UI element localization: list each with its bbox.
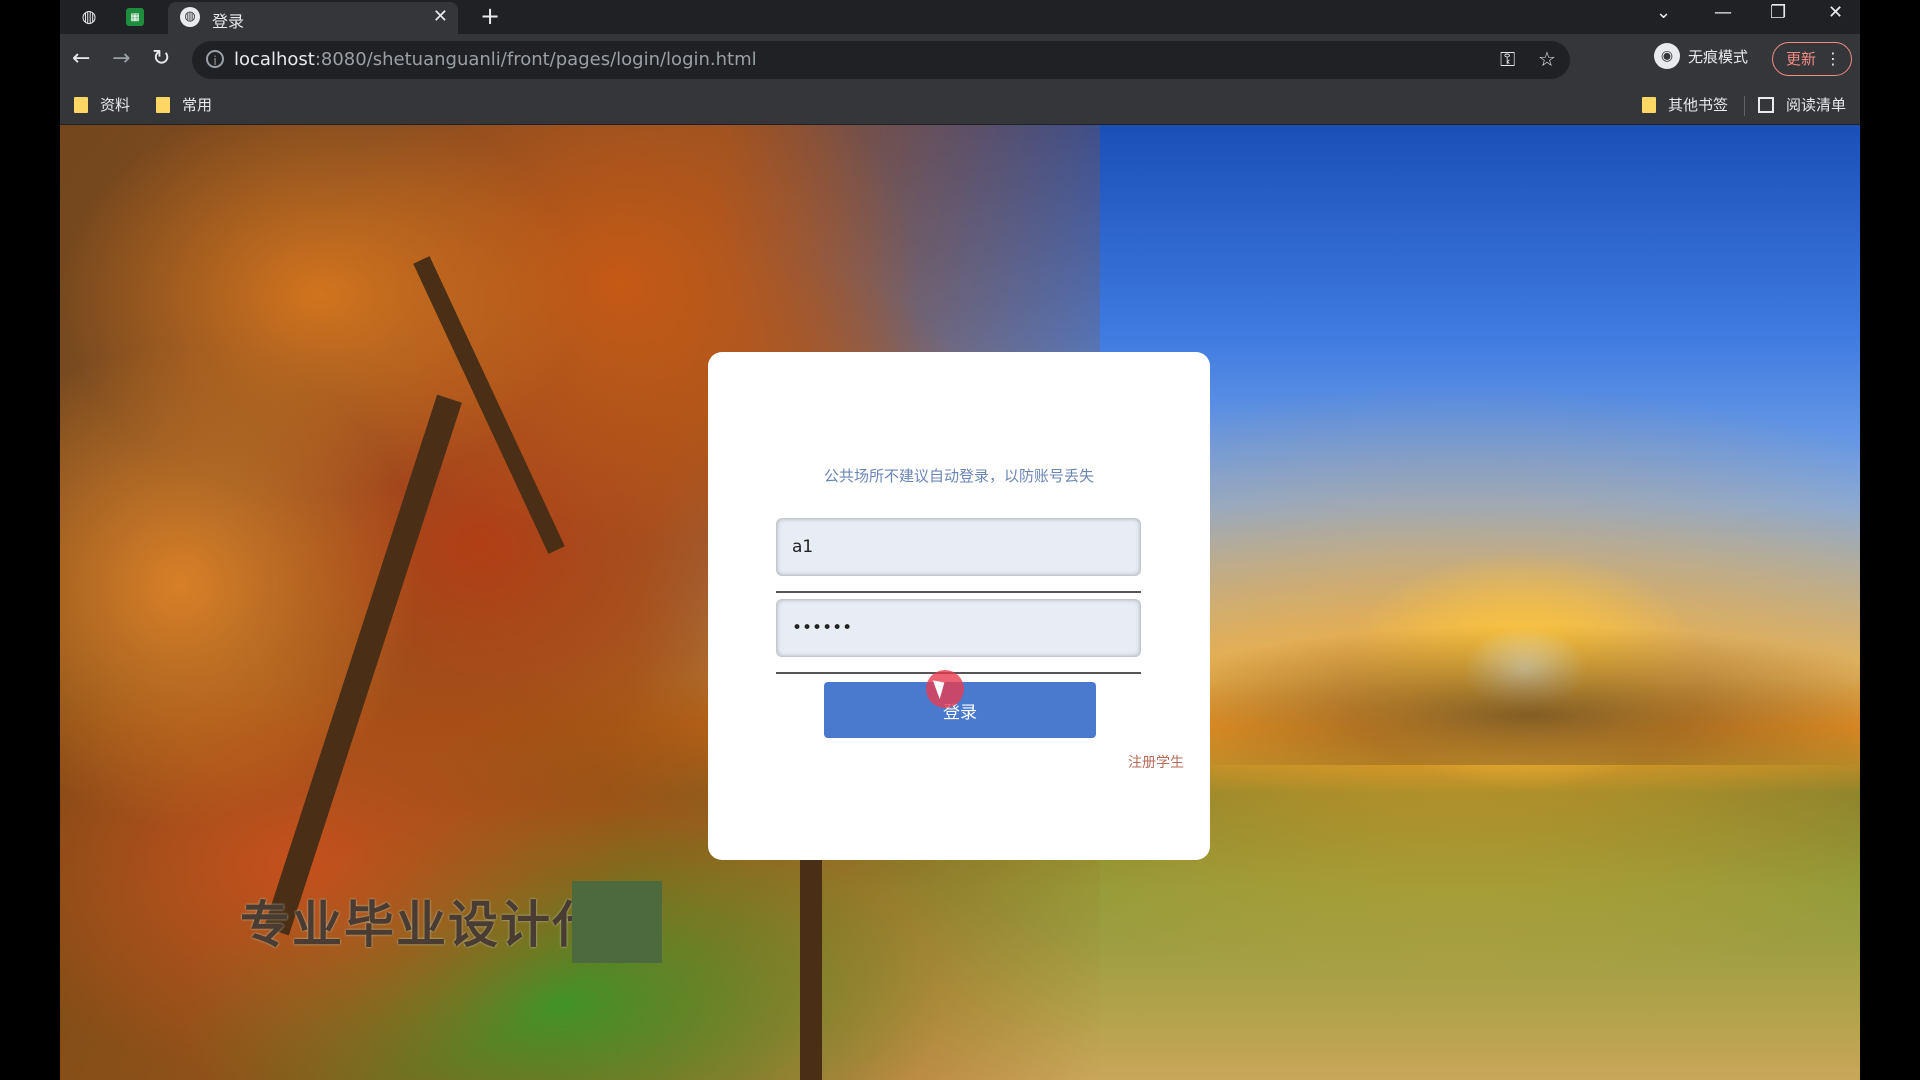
reading-list[interactable]: 阅读清单 [1758,94,1846,115]
globe-icon: ◍ [180,7,200,27]
login-hint: 公共场所不建议自动登录，以防账号丢失 [823,467,1094,485]
bookmark-folder-ziliao[interactable]: 资料 [74,94,130,115]
key-icon[interactable]: ⚿ [1500,47,1515,71]
chevron-down-icon[interactable]: ⌄ [1656,2,1671,23]
close-window-icon[interactable]: ✕ [1828,2,1843,23]
toolbar: ← → ↻ i localhost:8080/shetuanguanli/fro… [60,34,1860,86]
background-treeline [1110,595,1860,765]
login-card: 公共场所不建议自动登录，以防账号丢失 登录 注册学生 [708,352,1210,860]
update-button[interactable]: 更新 ⋮ [1772,42,1852,76]
forward-icon[interactable]: → [112,46,130,71]
minimize-icon[interactable]: — [1714,2,1732,23]
tab-title: 登录 [212,12,245,31]
address-bar[interactable]: i localhost:8080/shetuanguanli/front/pag… [192,41,1570,79]
incognito-icon: ◉ [1654,43,1680,69]
browser-window: ◍ ▦ ◍ 登录 ✕ + ⌄ — ❐ ✕ ← → ↻ i localhost:8… [60,0,1860,1080]
password-field-wrap [776,599,1141,657]
url-text[interactable]: localhost:8080/shetuanguanli/front/pages… [234,49,757,70]
incognito-indicator[interactable]: ◉ 无痕模式 [1654,43,1748,69]
restore-icon[interactable]: ❐ [1770,2,1786,23]
username-underline [776,591,1141,593]
username-field-wrap [776,518,1141,576]
divider [1744,96,1745,116]
other-bookmarks[interactable]: 其他书签 [1642,94,1728,115]
globe-icon[interactable]: ◍ [78,6,100,28]
page-content: 专业毕业设计代 公共场所不建议自动登录，以防账号丢失 登录 注册学生 [60,125,1860,1080]
password-underline [776,672,1141,674]
close-icon[interactable]: ✕ [433,6,448,27]
fence-post [800,855,822,1080]
star-icon[interactable]: ☆ [1538,47,1556,71]
watermark-text: 专业毕业设计代 [240,896,604,954]
username-input[interactable] [776,518,1141,576]
register-student-link[interactable]: 注册学生 [1128,752,1184,772]
back-icon[interactable]: ← [72,46,90,71]
bookmarks-bar: 资料 常用 其他书签 阅读清单 [60,86,1860,125]
reload-icon[interactable]: ↻ [152,46,170,71]
reading-list-icon [1758,96,1774,113]
bookmark-folder-changyong[interactable]: 常用 [156,94,212,115]
tab-strip: ◍ ▦ ◍ 登录 ✕ + ⌄ — ❐ ✕ [60,0,1860,34]
new-tab-button[interactable]: + [480,2,500,30]
folder-icon [74,96,88,113]
watermark-mask [572,881,662,963]
folder-icon [1642,96,1656,113]
tab-login[interactable]: ◍ 登录 ✕ [168,2,458,34]
more-icon[interactable]: ⋮ [1825,43,1841,75]
folder-icon [156,96,170,113]
sheets-tab-icon[interactable]: ▦ [126,8,144,26]
info-icon[interactable]: i [206,50,224,68]
password-input[interactable] [776,599,1141,657]
